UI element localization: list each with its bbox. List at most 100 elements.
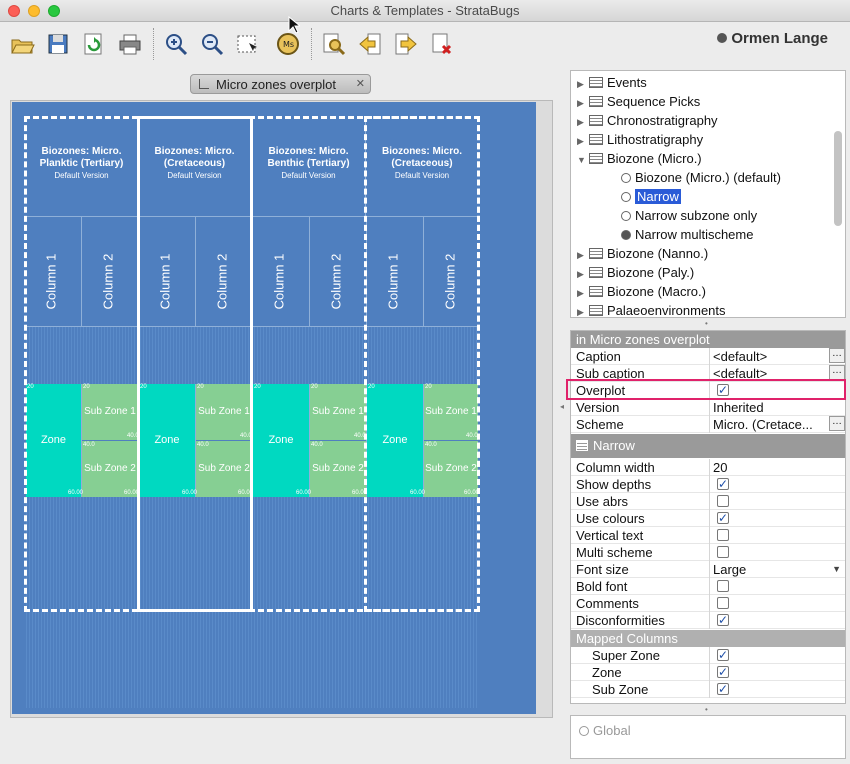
prop-scheme[interactable]: Scheme Micro. (Cretace...… <box>571 416 845 433</box>
dropdown-arrow-icon[interactable]: ▼ <box>832 561 841 578</box>
ellipsis-button[interactable]: … <box>829 416 845 431</box>
zoom-in-icon[interactable] <box>163 31 189 57</box>
window-title: Charts & Templates - StrataBugs <box>330 3 520 18</box>
prop-value[interactable]: <default> <box>713 348 767 365</box>
find-icon[interactable] <box>321 31 347 57</box>
tree-item-biozone-micro-default[interactable]: Biozone (Micro.) (default) <box>621 168 781 187</box>
zoom-out-icon[interactable] <box>199 31 225 57</box>
prop-value[interactable]: 20 <box>713 459 727 476</box>
prop-comments[interactable]: Comments <box>571 595 845 612</box>
tree-item-sequence-picks[interactable]: ▶ Sequence Picks <box>577 92 700 111</box>
radio-icon[interactable] <box>621 192 631 202</box>
prop-mapped-super-zone[interactable]: Super Zone ✓ <box>571 647 845 664</box>
prop-vertical-text[interactable]: Vertical text <box>571 527 845 544</box>
prop-column-width[interactable]: Column width 20 <box>571 459 845 476</box>
tree-item-label: Events <box>607 75 647 90</box>
prop-multi-scheme[interactable]: Multi scheme <box>571 544 845 561</box>
ellipsis-button[interactable]: … <box>829 365 845 380</box>
move-left-icon[interactable] <box>357 31 383 57</box>
tree-item-label: Biozone (Paly.) <box>607 265 695 280</box>
prop-label: Bold font <box>576 579 628 594</box>
chart-canvas[interactable]: Biozones: Micro. Planktic (Tertiary) Def… <box>12 102 536 714</box>
splitter-grip[interactable]: • <box>705 319 708 328</box>
prop-value[interactable]: Large <box>713 561 746 578</box>
refresh-icon[interactable] <box>81 31 107 57</box>
global-radio[interactable] <box>579 726 589 736</box>
tree-item-events[interactable]: ▶ Events <box>577 73 647 92</box>
ellipsis-button[interactable]: … <box>829 348 845 363</box>
zoom-value-icon[interactable]: Ms <box>275 31 301 57</box>
checkbox-checked[interactable]: ✓ <box>717 683 729 695</box>
tree-item-biozone-macro[interactable]: ▶ Biozone (Macro.) <box>577 282 706 301</box>
tab-label: Micro zones overplot <box>216 77 336 92</box>
radio-icon[interactable] <box>621 211 631 221</box>
project-indicator: Ormen Lange <box>717 30 828 47</box>
overplot-column-outline <box>364 116 480 612</box>
prop-label: Use colours <box>576 511 645 526</box>
open-icon[interactable] <box>9 31 35 57</box>
prop-caption[interactable]: Caption <default>… <box>571 348 845 365</box>
toolbar-separator <box>153 28 154 60</box>
prop-version[interactable]: Version Inherited <box>571 399 845 416</box>
tree-item-label: Narrow <box>635 189 681 204</box>
checkbox-checked[interactable]: ✓ <box>717 666 729 678</box>
prop-mapped-sub-zone[interactable]: Sub Zone ✓ <box>571 681 845 698</box>
tab-micro-zones-overplot[interactable]: Micro zones overplot ✕ <box>190 74 371 94</box>
overplot-highlight <box>566 379 846 400</box>
tree-item-label: Biozone (Micro.) <box>607 151 702 166</box>
tree-item-label: Narrow multischeme <box>635 227 754 242</box>
toolbar: Ms Ormen Lange <box>0 22 850 68</box>
prop-show-depths[interactable]: Show depths ✓ <box>571 476 845 493</box>
splitter-grip[interactable]: • <box>705 705 708 714</box>
minimize-window-button[interactable] <box>28 5 40 17</box>
tree-item-biozone-nanno[interactable]: ▶ Biozone (Nanno.) <box>577 244 708 263</box>
prop-label: Column width <box>576 460 655 475</box>
radio-icon[interactable] <box>621 173 631 183</box>
tree-item-chronostratigraphy[interactable]: ▶ Chronostratigraphy <box>577 111 718 130</box>
prop-use-colours[interactable]: Use colours ✓ <box>571 510 845 527</box>
checkbox-checked[interactable]: ✓ <box>717 512 729 524</box>
prop-label: Version <box>576 400 620 415</box>
tree-item-narrow-subzone-only[interactable]: Narrow subzone only <box>621 206 757 225</box>
print-icon[interactable] <box>117 31 143 57</box>
tree-item-biozone-paly[interactable]: ▶ Biozone (Paly.) <box>577 263 694 282</box>
selected-column-outline[interactable] <box>137 116 253 612</box>
checkbox-unchecked[interactable] <box>717 580 729 592</box>
tree-item-narrow-multischeme[interactable]: Narrow multischeme <box>621 225 753 244</box>
tree-item-lithostratigraphy[interactable]: ▶ Lithostratigraphy <box>577 130 703 149</box>
prop-value[interactable]: Micro. (Cretace... <box>713 416 813 433</box>
radio-icon[interactable] <box>621 230 631 240</box>
template-tree[interactable]: ▶ Events ▶ Sequence Picks ▶ Chronostratigra… <box>570 70 846 318</box>
close-window-button[interactable] <box>8 5 20 17</box>
prop-mapped-zone[interactable]: Zone ✓ <box>571 664 845 681</box>
prop-use-abrs[interactable]: Use abrs <box>571 493 845 510</box>
checkbox-checked[interactable]: ✓ <box>717 614 729 626</box>
checkbox-checked[interactable]: ✓ <box>717 478 729 490</box>
checkbox-checked[interactable]: ✓ <box>717 649 729 661</box>
prop-disconformities[interactable]: Disconformities ✓ <box>571 612 845 629</box>
move-right-icon[interactable] <box>393 31 419 57</box>
tree-item-narrow[interactable]: Narrow <box>621 187 681 206</box>
global-label: Global <box>593 723 631 738</box>
tree-item-label: Palaeoenvironments <box>607 303 726 318</box>
checkbox-unchecked[interactable] <box>717 546 729 558</box>
splitter-grip[interactable]: ◂ <box>560 402 564 411</box>
prop-label: Disconformities <box>576 613 665 628</box>
delete-icon[interactable] <box>429 31 455 57</box>
tree-scrollbar[interactable] <box>834 131 842 226</box>
tree-item-biozone-micro[interactable]: ▼ Biozone (Micro.) <box>577 149 702 168</box>
prop-font-size[interactable]: Font size Large ▼ <box>571 561 845 578</box>
select-area-icon[interactable] <box>235 31 261 57</box>
zoom-window-button[interactable] <box>48 5 60 17</box>
prop-value[interactable]: Inherited <box>713 399 764 416</box>
checkbox-unchecked[interactable] <box>717 597 729 609</box>
save-icon[interactable] <box>45 31 71 57</box>
checkbox-unchecked[interactable] <box>717 495 729 507</box>
prop-label: Sub Zone <box>592 682 649 697</box>
collapse-arrow-icon[interactable]: ▼ <box>577 151 589 170</box>
prop-bold-font[interactable]: Bold font <box>571 578 845 595</box>
expand-arrow-icon[interactable]: ▶ <box>577 303 589 317</box>
tree-item-palaeoenvironments[interactable]: ▶ Palaeoenvironments <box>577 301 726 318</box>
tab-close-icon[interactable]: ✕ <box>356 75 365 94</box>
checkbox-unchecked[interactable] <box>717 529 729 541</box>
